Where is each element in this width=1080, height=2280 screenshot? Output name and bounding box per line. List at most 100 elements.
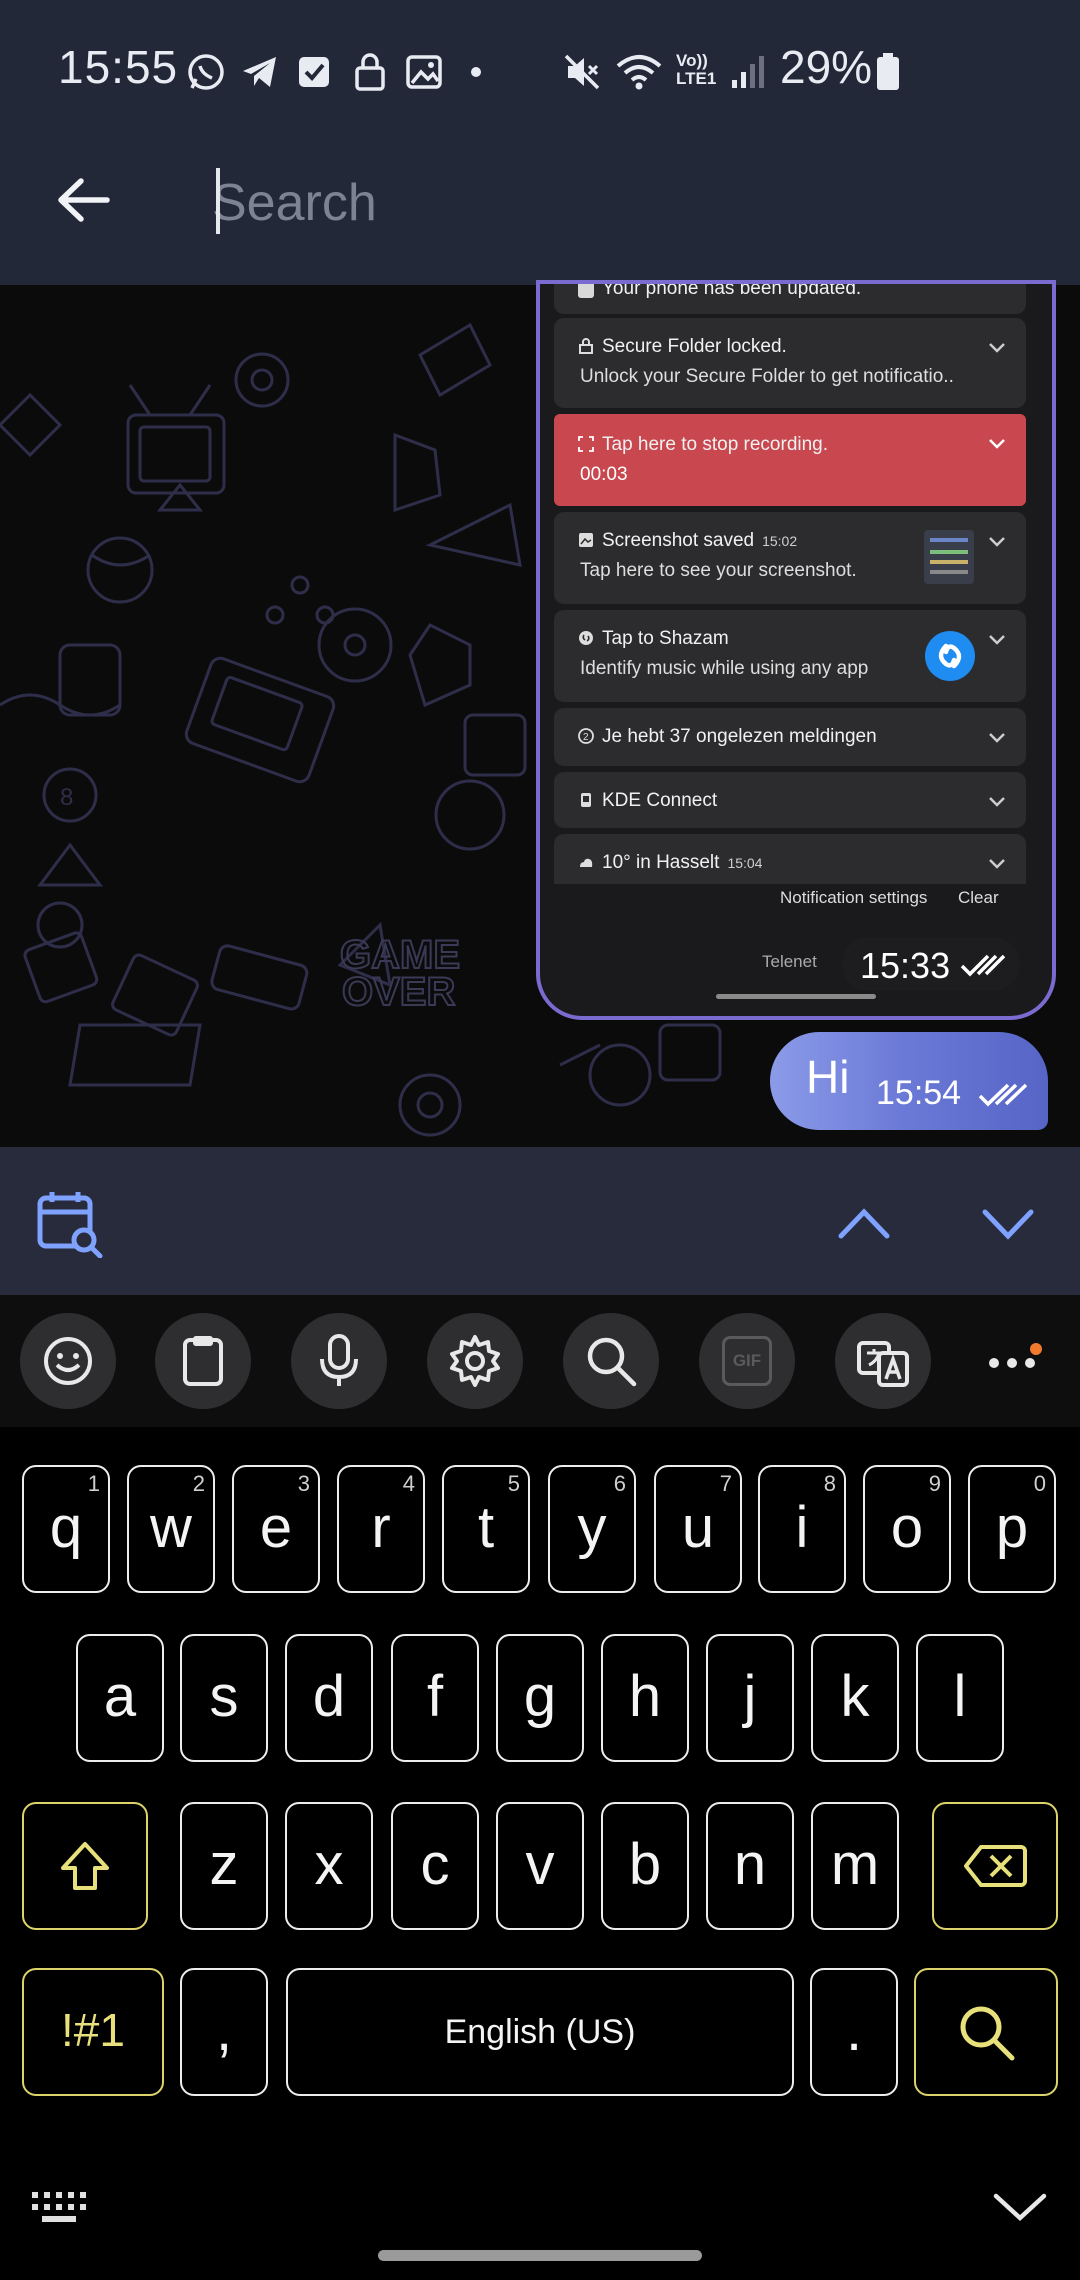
keyboard-layout-icon[interactable]	[30, 2190, 90, 2224]
translate-icon[interactable]	[835, 1313, 931, 1409]
calendar-search-icon[interactable]	[36, 1188, 106, 1259]
microphone-icon[interactable]	[291, 1313, 387, 1409]
notification-subtitle: Identify music while using any app	[580, 658, 869, 679]
sent-message-bubble[interactable]: Hi 15:54	[770, 1032, 1048, 1130]
chevron-down-icon	[989, 733, 1005, 743]
status-time: 15:55	[58, 41, 179, 93]
mute-icon	[560, 50, 604, 94]
comma-key-label: ,	[215, 1997, 233, 2063]
screenshot-image-message[interactable]: Your phone has been updated. Secure Fold…	[536, 280, 1056, 1020]
hide-keyboard-chevron-icon[interactable]	[992, 2190, 1048, 2224]
key-label: g	[523, 1663, 557, 1729]
kde-connect-icon	[581, 793, 591, 807]
key-x[interactable]: x	[285, 1802, 373, 1930]
key-i[interactable]: 8i	[758, 1465, 846, 1593]
key-label: w	[150, 1494, 192, 1560]
key-k[interactable]: k	[811, 1634, 899, 1762]
key-z[interactable]: z	[180, 1802, 268, 1930]
key-r[interactable]: 4r	[337, 1465, 425, 1593]
period-key[interactable]: .	[810, 1968, 898, 2096]
key-label: u	[681, 1494, 715, 1560]
key-f[interactable]: f	[391, 1634, 479, 1762]
key-label: t	[477, 1494, 495, 1560]
key-label: x	[314, 1831, 344, 1897]
key-m[interactable]: m	[811, 1802, 899, 1930]
key-b[interactable]: b	[601, 1802, 689, 1930]
key-label: c	[420, 1831, 450, 1897]
notification-count-icon: 2	[578, 728, 594, 744]
key-v[interactable]: v	[496, 1802, 584, 1930]
key-l[interactable]: l	[916, 1634, 1004, 1762]
key-g[interactable]: g	[496, 1634, 584, 1762]
key-c[interactable]: c	[391, 1802, 479, 1930]
key-hint: 6	[613, 1471, 626, 1496]
notification-title: 10° in Hasselt	[602, 852, 720, 873]
notification-time: 15:04	[727, 855, 763, 871]
key-hint: 2	[192, 1471, 205, 1496]
key-label: f	[426, 1663, 444, 1729]
double-check-icon	[978, 1083, 1028, 1107]
chevron-down-icon	[989, 859, 1005, 869]
key-d[interactable]: d	[285, 1634, 373, 1762]
key-s[interactable]: s	[180, 1634, 268, 1762]
key-h[interactable]: h	[601, 1634, 689, 1762]
key-p[interactable]: 0p	[968, 1465, 1056, 1593]
notification-item: Secure Folder locked. Unlock your Secure…	[554, 318, 1026, 408]
notification-item: 2 Je hebt 37 ongelezen meldingen	[554, 708, 1026, 766]
search-icon[interactable]	[563, 1313, 659, 1409]
telegram-icon	[238, 50, 282, 94]
key-a[interactable]: a	[76, 1634, 164, 1762]
search-key[interactable]	[914, 1968, 1058, 2096]
next-result-chevron-down-icon[interactable]	[980, 1200, 1036, 1248]
key-n[interactable]: n	[706, 1802, 794, 1930]
notification-time: 15:02	[762, 533, 798, 549]
key-j[interactable]: j	[706, 1634, 794, 1762]
record-frame-icon	[578, 436, 594, 452]
volte-icon: Vo)) LTE1	[676, 51, 717, 88]
key-hint: 8	[823, 1471, 836, 1496]
search-input[interactable]	[212, 160, 1032, 246]
notification-subtitle: Tap here to see your screenshot.	[580, 560, 857, 581]
notification-title: Your phone has been updated.	[602, 280, 862, 299]
space-key[interactable]: English (US)	[286, 1968, 794, 2096]
notification-title: Je hebt 37 ongelezen meldingen	[602, 726, 877, 747]
previous-result-chevron-up-icon[interactable]	[836, 1200, 892, 1248]
settings-icon[interactable]	[427, 1313, 523, 1409]
key-hint: 1	[87, 1471, 100, 1496]
key-e[interactable]: 3e	[232, 1465, 320, 1593]
key-label: k	[840, 1663, 870, 1729]
navigation-handle[interactable]	[378, 2250, 702, 2261]
notification-item: Your phone has been updated.	[554, 280, 1026, 314]
gif-label: GIF	[722, 1336, 772, 1386]
more-icon[interactable]	[984, 1343, 1044, 1383]
shift-key[interactable]	[22, 1802, 148, 1930]
key-y[interactable]: 6y	[548, 1465, 636, 1593]
clipboard-icon[interactable]	[155, 1313, 251, 1409]
key-q[interactable]: 1q	[22, 1465, 110, 1593]
notification-title: Screenshot saved	[602, 530, 755, 551]
key-label: j	[743, 1663, 757, 1729]
notification-subtitle: Unlock your Secure Folder to get notific…	[580, 366, 954, 387]
carrier-label: Telenet	[762, 952, 817, 971]
emoji-icon[interactable]	[20, 1313, 116, 1409]
chevron-down-icon	[989, 343, 1005, 353]
wifi-icon	[614, 50, 664, 94]
comma-key[interactable]: ,	[180, 1968, 268, 2096]
notification-item: Tap to Shazam Identify music while using…	[554, 610, 1026, 702]
key-label: m	[830, 1831, 880, 1897]
signal-icon	[728, 50, 768, 94]
period-key-label: .	[845, 1997, 863, 2063]
backspace-key[interactable]	[932, 1802, 1058, 1930]
key-label: o	[890, 1494, 924, 1560]
key-u[interactable]: 7u	[654, 1465, 742, 1593]
notification-item: 10° in Hasselt 15:04	[554, 834, 1026, 884]
key-label: s	[209, 1663, 239, 1729]
gif-icon[interactable]: GIF	[699, 1313, 795, 1409]
back-arrow-icon[interactable]	[48, 160, 118, 240]
key-hint: 5	[507, 1471, 520, 1496]
key-o[interactable]: 9o	[863, 1465, 951, 1593]
key-w[interactable]: 2w	[127, 1465, 215, 1593]
checkbox-icon	[294, 50, 334, 94]
symbols-key[interactable]: !#1	[22, 1968, 164, 2096]
key-t[interactable]: 5t	[442, 1465, 530, 1593]
